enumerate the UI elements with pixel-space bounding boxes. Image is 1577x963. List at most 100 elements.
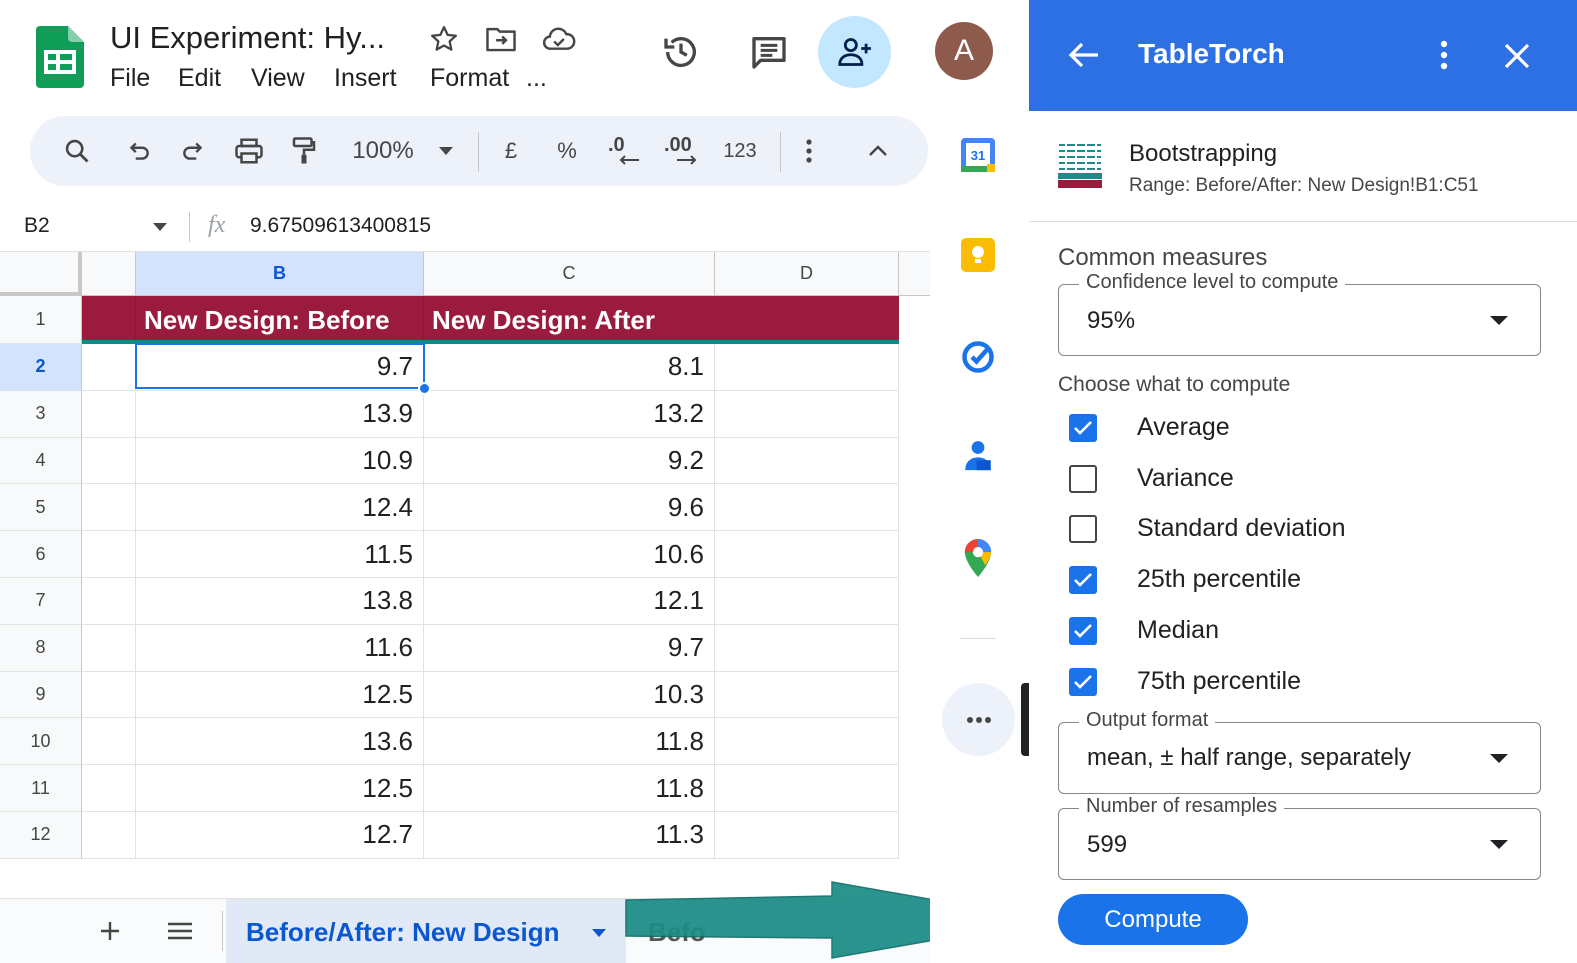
sheets-logo-icon[interactable]	[36, 26, 84, 88]
table-cell[interactable]: 12.7	[136, 812, 424, 859]
option-row[interactable]: 25th percentile	[1069, 565, 1529, 596]
option-row[interactable]: 75th percentile	[1069, 667, 1529, 698]
table-cell[interactable]: 11.8	[424, 765, 715, 812]
table-cell[interactable]	[82, 624, 136, 672]
move-to-folder-icon[interactable]	[484, 22, 518, 56]
row-header[interactable]: 10	[0, 718, 82, 766]
table-cell[interactable]	[82, 671, 136, 719]
checkbox-unchecked[interactable]	[1069, 464, 1097, 493]
row-header[interactable]: 9	[0, 671, 82, 719]
redo-icon[interactable]	[176, 116, 210, 186]
share-button[interactable]	[818, 16, 891, 88]
menu-file[interactable]: File	[110, 64, 150, 93]
option-row[interactable]: Standard deviation	[1069, 514, 1529, 545]
option-row[interactable]: Average	[1069, 413, 1529, 444]
table-cell[interactable]	[715, 437, 899, 485]
contacts-icon[interactable]	[961, 438, 995, 474]
checkbox-checked[interactable]	[1069, 667, 1097, 696]
table-cell[interactable]: 11.8	[424, 718, 715, 766]
maps-icon[interactable]	[961, 538, 995, 578]
calendar-icon[interactable]: 31	[961, 138, 995, 172]
table-cell[interactable]	[715, 624, 899, 672]
document-title[interactable]: UI Experiment: Hy...	[110, 20, 385, 56]
format-currency-button[interactable]: £	[496, 116, 526, 186]
decrease-decimal-button[interactable]: .0	[604, 116, 642, 186]
table-cell[interactable]: 10.9	[136, 437, 424, 485]
close-icon[interactable]	[1499, 38, 1535, 74]
table-cell[interactable]	[82, 344, 136, 391]
table-cell[interactable]: 12.5	[136, 765, 424, 812]
header-cell-a1[interactable]	[82, 296, 136, 344]
checkbox-unchecked[interactable]	[1069, 515, 1097, 544]
table-cell[interactable]	[715, 390, 899, 438]
table-cell[interactable]: 9.7	[424, 624, 715, 672]
table-cell[interactable]	[82, 531, 136, 578]
increase-decimal-button[interactable]: .00	[662, 116, 702, 186]
column-header-d[interactable]: D	[715, 252, 899, 296]
table-cell[interactable]	[715, 344, 899, 391]
keep-icon[interactable]	[961, 238, 995, 272]
table-cell[interactable]	[715, 718, 899, 766]
row-header[interactable]: 12	[0, 812, 82, 859]
table-cell[interactable]: 12.5	[136, 671, 424, 719]
menu-format[interactable]: Format	[430, 64, 509, 93]
table-cell[interactable]	[82, 765, 136, 812]
number-format-button[interactable]: 123	[718, 116, 762, 186]
column-header-e[interactable]	[899, 252, 930, 296]
tab-dropdown-icon[interactable]	[592, 929, 606, 937]
name-box[interactable]: B2	[24, 214, 50, 238]
table-cell[interactable]: 13.2	[424, 390, 715, 438]
name-box-dropdown-icon[interactable]	[153, 223, 167, 231]
table-cell[interactable]: 11.3	[424, 812, 715, 859]
table-cell[interactable]	[82, 812, 136, 859]
checkbox-checked[interactable]	[1069, 566, 1097, 595]
cloud-saved-icon[interactable]	[542, 22, 576, 56]
option-row[interactable]: Median	[1069, 616, 1529, 647]
row-header[interactable]: 4	[0, 437, 82, 485]
table-cell[interactable]	[715, 578, 899, 625]
table-cell[interactable]	[82, 718, 136, 766]
search-icon[interactable]	[60, 116, 94, 186]
table-cell[interactable]	[82, 437, 136, 485]
more-vert-icon[interactable]	[796, 116, 822, 186]
fill-handle[interactable]	[418, 382, 431, 395]
resamples-select[interactable]: Number of resamples 599	[1058, 795, 1541, 880]
row-header[interactable]: 11	[0, 765, 82, 812]
header-cell-d1[interactable]	[715, 296, 899, 344]
collapse-toolbar-icon[interactable]	[862, 116, 894, 186]
select-all-corner[interactable]	[0, 252, 82, 296]
table-cell[interactable]: 8.1	[424, 344, 715, 391]
output-format-select[interactable]: Output format mean, ± half range, separa…	[1058, 709, 1541, 794]
table-cell[interactable]	[715, 765, 899, 812]
star-icon[interactable]	[427, 22, 461, 56]
zoom-value[interactable]: 100%	[346, 116, 420, 186]
menu-insert[interactable]: Insert	[334, 64, 397, 93]
table-cell[interactable]	[82, 484, 136, 532]
add-sheet-icon[interactable]	[94, 915, 126, 947]
table-cell[interactable]	[715, 671, 899, 719]
zoom-dropdown-icon[interactable]	[434, 116, 458, 186]
row-header[interactable]: 8	[0, 624, 82, 672]
print-icon[interactable]	[230, 116, 268, 186]
row-header[interactable]: 6	[0, 531, 82, 578]
header-cell-b1[interactable]: New Design: Before	[136, 296, 424, 344]
table-cell[interactable]	[715, 812, 899, 859]
header-cell-c1[interactable]: New Design: After	[424, 296, 715, 344]
menu-edit[interactable]: Edit	[178, 64, 221, 93]
table-cell[interactable]	[82, 390, 136, 438]
tab-before-after[interactable]: Before/After: New Design	[226, 899, 626, 963]
more-addons-button[interactable]	[942, 683, 1015, 756]
tasks-icon[interactable]	[959, 338, 997, 376]
option-row[interactable]: Variance	[1069, 464, 1529, 495]
panel-resize-handle[interactable]	[1021, 683, 1029, 756]
paint-format-icon[interactable]	[286, 116, 322, 186]
column-header-b[interactable]: B	[136, 252, 424, 296]
table-cell[interactable]: 9.6	[424, 484, 715, 532]
all-sheets-icon[interactable]	[163, 915, 197, 947]
table-cell[interactable]: 9.2	[424, 437, 715, 485]
table-cell[interactable]: 11.6	[136, 624, 424, 672]
checkbox-checked[interactable]	[1069, 414, 1097, 442]
table-cell[interactable]: 13.9	[136, 390, 424, 438]
menu-view[interactable]: View	[251, 64, 305, 93]
comments-icon[interactable]	[747, 30, 791, 74]
